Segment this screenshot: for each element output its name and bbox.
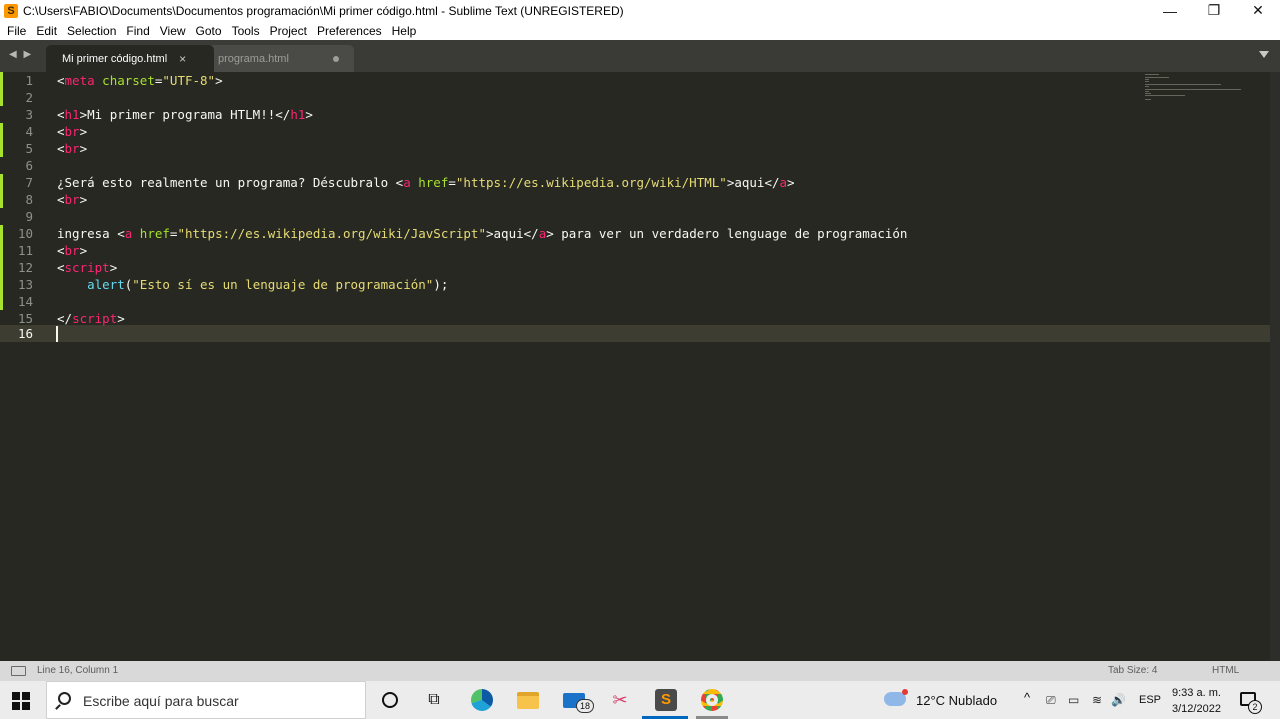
minimize-button[interactable]: — [1148,0,1192,21]
maximize-button[interactable]: ❐ [1192,0,1236,21]
menu-preferences[interactable]: Preferences [312,24,387,38]
line-number-current: 16 [17,326,33,341]
mail-count-badge: 18 [576,699,594,713]
line-number: 7 [25,175,33,190]
line-number: 2 [25,90,33,105]
window-title: C:\Users\FABIO\Documents\Documentos prog… [23,3,624,18]
clock-time: 9:33 a. m. [1172,687,1221,699]
windows-taskbar: Escribe aquí para buscar ⧉ 18 ✂ S 12°C N… [0,681,1280,719]
tab-nav-arrows-icon[interactable]: ◀ ▶ [9,49,33,60]
line-number: 14 [17,294,33,309]
line-number: 6 [25,158,33,173]
clock[interactable]: 9:33 a. m. 3/12/2022 [1172,685,1221,717]
search-placeholder: Escribe aquí para buscar [83,693,239,709]
line-number: 8 [25,192,33,207]
tab-close-icon[interactable]: × [179,52,186,66]
code-line-11: <br> [57,243,88,258]
close-button[interactable]: ✕ [1236,0,1280,21]
task-view-icon[interactable]: ⧉ [422,688,446,712]
tray-chevron-up-icon[interactable]: ^ [1024,690,1030,705]
windows-start-icon[interactable] [12,692,30,710]
search-icon [58,692,71,705]
title-bar: S C:\Users\FABIO\Documents\Documentos pr… [0,0,1280,21]
volume-icon[interactable]: 🔊 [1111,693,1126,707]
line-number: 1 [25,73,33,88]
code-line-7: ¿Será esto realmente un programa? Déscub… [57,175,795,190]
sublime-app-icon: S [4,3,18,18]
line-number: 5 [25,141,33,156]
menu-file[interactable]: File [2,24,31,38]
line-number: 4 [25,124,33,139]
notification-count-badge: 2 [1248,700,1262,714]
line-number: 13 [17,277,33,292]
tab-label: Mi primer código.html [62,52,168,65]
menu-edit[interactable]: Edit [31,24,62,38]
minimap[interactable] [1143,72,1270,112]
menu-view[interactable]: View [155,24,191,38]
line-number: 3 [25,107,33,122]
menu-tools[interactable]: Tools [227,24,265,38]
unsaved-dot-icon[interactable] [332,55,339,62]
wifi-icon[interactable]: ≋ [1092,693,1102,707]
file-explorer-icon[interactable] [516,688,540,712]
line-number: 10 [17,226,33,241]
code-editor[interactable]: 1 2 3 4 5 6 7 8 9 10 11 12 13 14 15 16 <… [0,72,1280,661]
tab-bar: ◀ ▶ programa.html Mi primer código.html … [0,40,1280,72]
current-line-highlight [0,325,1270,342]
menu-goto[interactable]: Goto [191,24,227,38]
syntax-selector[interactable]: HTML [1212,665,1239,676]
menu-project[interactable]: Project [265,24,312,38]
meet-now-icon[interactable]: ⎚ [1046,693,1056,708]
panel-toggle-icon[interactable] [11,666,26,676]
code-line-3: <h1>Mi primer programa HTLM!!</h1> [57,107,313,122]
code-line-4: <br> [57,124,88,139]
text-cursor [56,326,58,342]
code-line-1: <meta charset="UTF-8"> [57,73,223,88]
cursor-position: Line 16, Column 1 [37,665,119,676]
menu-bar: File Edit Selection Find View Goto Tools… [0,21,1280,40]
line-number-gutter: 1 2 3 4 5 6 7 8 9 10 11 12 13 14 15 16 [0,72,48,661]
edge-icon[interactable] [470,688,494,712]
line-number: 11 [17,243,33,258]
code-line-10: ingresa <a href="https://es.wikipedia.or… [57,226,908,241]
code-line-8: <br> [57,192,88,207]
menu-find[interactable]: Find [121,24,154,38]
language-indicator[interactable]: ESP [1139,694,1161,706]
code-line-12: <script> [57,260,118,275]
code-line-5: <br> [57,141,88,156]
sublime-text-icon[interactable]: S [654,688,678,712]
chrome-icon[interactable] [700,688,724,712]
menu-selection[interactable]: Selection [62,24,121,38]
line-number: 12 [17,260,33,275]
snipping-tool-icon[interactable]: ✂ [608,688,632,712]
tab-label: programa.html [218,52,289,65]
code-line-15: </script> [57,311,125,326]
code-line-13: alert("Esto sí es un lenguaje de program… [87,277,449,292]
cortana-icon[interactable] [378,688,402,712]
tab-size-selector[interactable]: Tab Size: 4 [1108,665,1157,676]
battery-icon[interactable]: ▭ [1068,693,1079,707]
menu-help[interactable]: Help [387,24,422,38]
taskbar-search-box[interactable]: Escribe aquí para buscar [46,681,366,719]
tab-dropdown-icon[interactable] [1259,51,1269,58]
weather-widget[interactable]: 12°C Nublado [916,693,997,708]
clock-date: 3/12/2022 [1172,703,1221,715]
vertical-scrollbar[interactable] [1270,72,1280,661]
tab-mi-primer-codigo[interactable]: Mi primer código.html × [46,45,214,72]
line-number: 9 [25,209,33,224]
tab-programa[interactable]: programa.html [202,45,354,72]
status-bar: Line 16, Column 1 Tab Size: 4 HTML [0,661,1280,681]
